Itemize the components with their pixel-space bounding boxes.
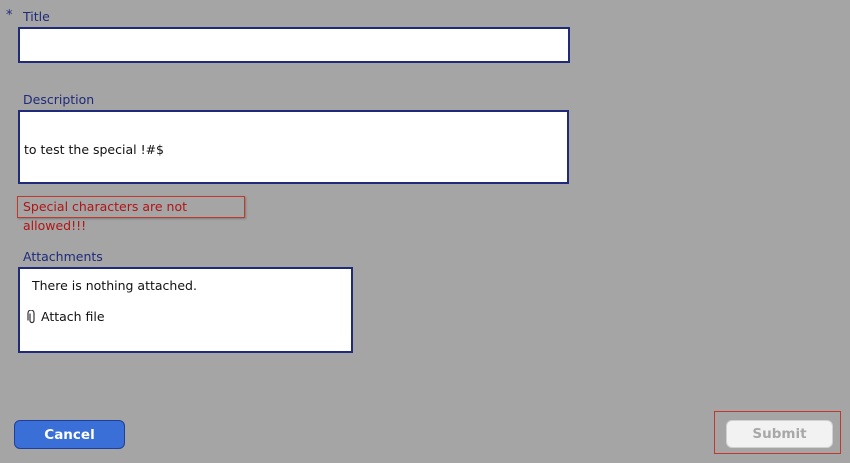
submit-highlight: Submit [714, 411, 841, 454]
description-label: Description [23, 92, 95, 107]
title-input[interactable] [18, 27, 570, 63]
cancel-button[interactable]: Cancel [14, 420, 125, 449]
submit-button[interactable]: Submit [726, 420, 833, 448]
required-marker: * [6, 8, 13, 23]
attachments-box: There is nothing attached. Attach file [18, 267, 353, 353]
title-label: Title [23, 9, 50, 24]
attach-file-label: Attach file [41, 309, 105, 324]
attach-file-button[interactable]: Attach file [26, 309, 105, 324]
attachments-label: Attachments [23, 249, 103, 264]
attachments-empty-text: There is nothing attached. [32, 278, 197, 293]
error-message: Special characters are not allowed!!! [17, 196, 245, 233]
description-input[interactable]: to test the special !#$ [18, 110, 569, 184]
paperclip-icon [27, 309, 35, 323]
